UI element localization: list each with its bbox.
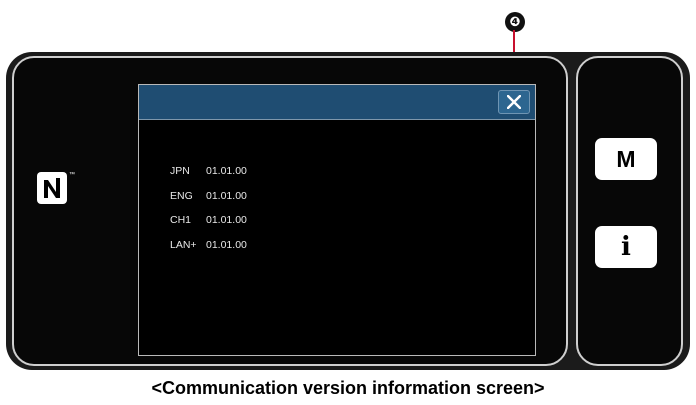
screen-caption: <Communication version information scree… [151,378,545,398]
info-i-button[interactable]: i [595,226,657,268]
nfc-n-icon [37,172,67,204]
version-info-dialog: JPN 01.01.00 ENG 01.01.00 CH1 01.01.00 LAN+ 01.… [138,84,536,356]
version-row: JPN 01.01.00 [170,165,247,190]
side-button-panel [576,56,683,366]
version-item-name: CH1 [170,214,192,226]
dialog-header [139,85,535,120]
version-list: JPN 01.01.00 ENG 01.01.00 CH1 01.01.00 LAN+ 01.… [170,165,247,263]
version-item-value: 01.01.00 [206,189,247,202]
version-item-value: 01.01.00 [206,214,247,226]
trademark-symbol: ™ [69,172,75,178]
menu-m-button[interactable]: M [595,138,657,180]
close-button[interactable] [498,90,530,114]
version-item-name: JPN [170,165,190,177]
version-row: ENG 01.01.00 [170,190,247,215]
version-item-value: 01.01.00 [206,238,247,251]
version-item-value: 01.01.00 [206,165,247,177]
version-row: LAN+ 01.01.00 [170,239,247,264]
version-item-name: LAN+ [170,238,197,251]
version-item-name: ENG [170,189,193,202]
close-x-icon [507,95,521,109]
callout-marker-4: ❹ [505,12,525,32]
version-row: CH1 01.01.00 [170,214,247,239]
